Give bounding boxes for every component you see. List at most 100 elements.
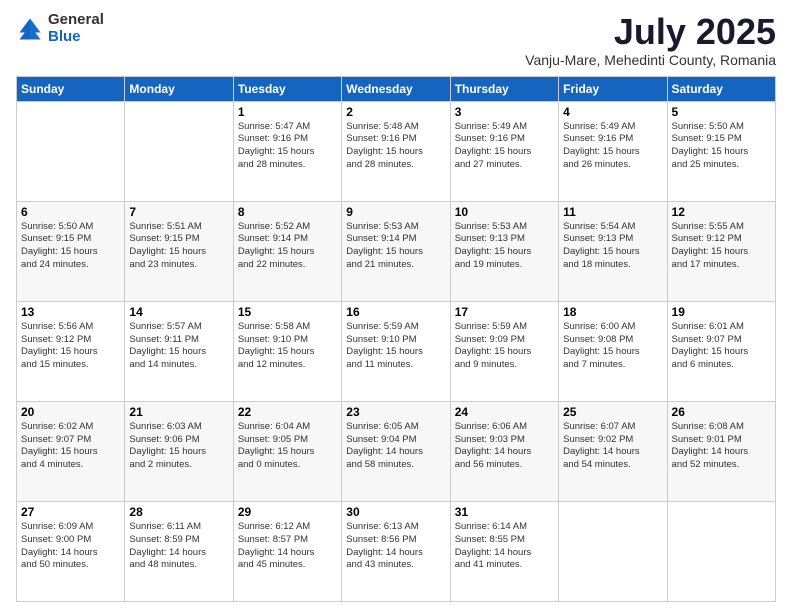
day-number: 2 (346, 105, 445, 119)
day-info: Sunrise: 5:49 AM Sunset: 9:16 PM Dayligh… (563, 121, 662, 172)
calendar-week-row: 1Sunrise: 5:47 AM Sunset: 9:16 PM Daylig… (17, 101, 776, 201)
day-info: Sunrise: 6:04 AM Sunset: 9:05 PM Dayligh… (238, 421, 337, 472)
table-row: 29 Sunrise: 6:12 AM Sunset: 8:57 PM Dayli… (233, 501, 341, 601)
day-info: Sunrise: 6:00 AM Sunset: 9:08 PM Dayligh… (563, 321, 662, 372)
col-monday: Monday (125, 76, 233, 101)
day-info: Sunrise: 6:11 AM Sunset: 8:59 PM Dayligh… (129, 521, 228, 572)
day-number: 7 (129, 205, 228, 219)
table-row: 6 Sunrise: 5:50 AM Sunset: 9:15 PM Daylig… (17, 201, 125, 301)
day-number: 20 (21, 405, 120, 419)
day-number: 28 (129, 505, 228, 519)
table-row: 16 Sunrise: 5:59 AM Sunset: 9:10 PM Dayli… (342, 301, 450, 401)
table-row: 21 Sunrise: 6:03 AM Sunset: 9:06 PM Dayli… (125, 401, 233, 501)
col-tuesday: Tuesday (233, 76, 341, 101)
title-block: July 2025 Vanju-Mare, Mehedinti County, … (525, 12, 776, 68)
col-thursday: Thursday (450, 76, 558, 101)
day-info: Sunrise: 6:14 AM Sunset: 8:55 PM Dayligh… (455, 521, 554, 572)
day-info: Sunrise: 6:05 AM Sunset: 9:04 PM Dayligh… (346, 421, 445, 472)
table-row: 4 Sunrise: 5:49 AM Sunset: 9:16 PM Daylig… (559, 101, 667, 201)
day-info: Sunrise: 5:52 AM Sunset: 9:14 PM Dayligh… (238, 221, 337, 272)
col-sunday: Sunday (17, 76, 125, 101)
table-row: 24Sunrise: 6:06 AM Sunset: 9:03 PM Dayli… (450, 401, 558, 501)
day-info: Sunrise: 5:48 AM Sunset: 9:16 PM Dayligh… (346, 121, 445, 172)
day-info: Sunrise: 5:59 AM Sunset: 9:10 PM Dayligh… (346, 321, 445, 372)
day-number: 8 (238, 205, 337, 219)
table-row: 20 Sunrise: 6:02 AM Sunset: 9:07 PM Dayli… (17, 401, 125, 501)
day-info: Sunrise: 6:08 AM Sunset: 9:01 PM Dayligh… (672, 421, 771, 472)
day-number: 3 (455, 105, 554, 119)
day-info: Sunrise: 6:12 AM Sunset: 8:57 PM Dayligh… (238, 521, 337, 572)
day-info: Sunrise: 5:59 AM Sunset: 9:09 PM Dayligh… (455, 321, 554, 372)
day-info: Sunrise: 6:02 AM Sunset: 9:07 PM Dayligh… (21, 421, 120, 472)
day-number: 6 (21, 205, 120, 219)
day-info: Sunrise: 5:53 AM Sunset: 9:14 PM Dayligh… (346, 221, 445, 272)
col-friday: Friday (559, 76, 667, 101)
day-number: 26 (672, 405, 771, 419)
table-row: 3 Sunrise: 5:49 AM Sunset: 9:16 PM Daylig… (450, 101, 558, 201)
day-info: Sunrise: 5:53 AM Sunset: 9:13 PM Dayligh… (455, 221, 554, 272)
table-row: 17 Sunrise: 5:59 AM Sunset: 9:09 PM Dayli… (450, 301, 558, 401)
table-row (559, 501, 667, 601)
header: General Blue July 2025 Vanju-Mare, Mehed… (16, 12, 776, 68)
table-row: 13Sunrise: 5:56 AM Sunset: 9:12 PM Dayli… (17, 301, 125, 401)
logo-text: General Blue (48, 12, 104, 45)
logo-icon (16, 15, 44, 43)
table-row: 12 Sunrise: 5:55 AM Sunset: 9:12 PM Dayli… (667, 201, 775, 301)
day-number: 12 (672, 205, 771, 219)
calendar-week-row: 20 Sunrise: 6:02 AM Sunset: 9:07 PM Dayli… (17, 401, 776, 501)
day-number: 29 (238, 505, 337, 519)
logo: General Blue (16, 12, 104, 45)
day-info: Sunrise: 5:47 AM Sunset: 9:16 PM Dayligh… (238, 121, 337, 172)
day-info: Sunrise: 5:49 AM Sunset: 9:16 PM Dayligh… (455, 121, 554, 172)
table-row: 30 Sunrise: 6:13 AM Sunset: 8:56 PM Dayli… (342, 501, 450, 601)
day-number: 10 (455, 205, 554, 219)
table-row: 23Sunrise: 6:05 AM Sunset: 9:04 PM Dayli… (342, 401, 450, 501)
table-row: 18 Sunrise: 6:00 AM Sunset: 9:08 PM Dayli… (559, 301, 667, 401)
calendar-week-row: 27Sunrise: 6:09 AM Sunset: 9:00 PM Dayli… (17, 501, 776, 601)
day-info: Sunrise: 5:57 AM Sunset: 9:11 PM Dayligh… (129, 321, 228, 372)
calendar-header-row: Sunday Monday Tuesday Wednesday Thursday… (17, 76, 776, 101)
day-number: 19 (672, 305, 771, 319)
day-number: 22 (238, 405, 337, 419)
day-number: 16 (346, 305, 445, 319)
table-row: 1Sunrise: 5:47 AM Sunset: 9:16 PM Daylig… (233, 101, 341, 201)
calendar-week-row: 13Sunrise: 5:56 AM Sunset: 9:12 PM Dayli… (17, 301, 776, 401)
calendar-table: Sunday Monday Tuesday Wednesday Thursday… (16, 76, 776, 602)
day-number: 14 (129, 305, 228, 319)
day-number: 15 (238, 305, 337, 319)
table-row (17, 101, 125, 201)
day-info: Sunrise: 5:50 AM Sunset: 9:15 PM Dayligh… (21, 221, 120, 272)
table-row: 31 Sunrise: 6:14 AM Sunset: 8:55 PM Dayli… (450, 501, 558, 601)
day-number: 27 (21, 505, 120, 519)
logo-general-text: General (48, 12, 104, 29)
table-row (125, 101, 233, 201)
calendar-week-row: 6 Sunrise: 5:50 AM Sunset: 9:15 PM Daylig… (17, 201, 776, 301)
day-number: 9 (346, 205, 445, 219)
day-info: Sunrise: 5:55 AM Sunset: 9:12 PM Dayligh… (672, 221, 771, 272)
table-row: 28 Sunrise: 6:11 AM Sunset: 8:59 PM Dayli… (125, 501, 233, 601)
table-row: 5Sunrise: 5:50 AM Sunset: 9:15 PM Daylig… (667, 101, 775, 201)
day-number: 25 (563, 405, 662, 419)
table-row: 9 Sunrise: 5:53 AM Sunset: 9:14 PM Daylig… (342, 201, 450, 301)
day-number: 4 (563, 105, 662, 119)
day-number: 31 (455, 505, 554, 519)
day-number: 24 (455, 405, 554, 419)
table-row: 22 Sunrise: 6:04 AM Sunset: 9:05 PM Dayli… (233, 401, 341, 501)
day-info: Sunrise: 6:07 AM Sunset: 9:02 PM Dayligh… (563, 421, 662, 472)
day-number: 30 (346, 505, 445, 519)
day-info: Sunrise: 6:13 AM Sunset: 8:56 PM Dayligh… (346, 521, 445, 572)
day-number: 18 (563, 305, 662, 319)
day-info: Sunrise: 5:58 AM Sunset: 9:10 PM Dayligh… (238, 321, 337, 372)
day-number: 11 (563, 205, 662, 219)
day-number: 17 (455, 305, 554, 319)
day-info: Sunrise: 6:03 AM Sunset: 9:06 PM Dayligh… (129, 421, 228, 472)
table-row: 11Sunrise: 5:54 AM Sunset: 9:13 PM Dayli… (559, 201, 667, 301)
page: General Blue July 2025 Vanju-Mare, Mehed… (0, 0, 792, 612)
main-title: July 2025 (525, 12, 776, 52)
table-row (667, 501, 775, 601)
day-info: Sunrise: 5:56 AM Sunset: 9:12 PM Dayligh… (21, 321, 120, 372)
table-row: 7Sunrise: 5:51 AM Sunset: 9:15 PM Daylig… (125, 201, 233, 301)
day-info: Sunrise: 6:01 AM Sunset: 9:07 PM Dayligh… (672, 321, 771, 372)
table-row: 26 Sunrise: 6:08 AM Sunset: 9:01 PM Dayli… (667, 401, 775, 501)
day-number: 21 (129, 405, 228, 419)
